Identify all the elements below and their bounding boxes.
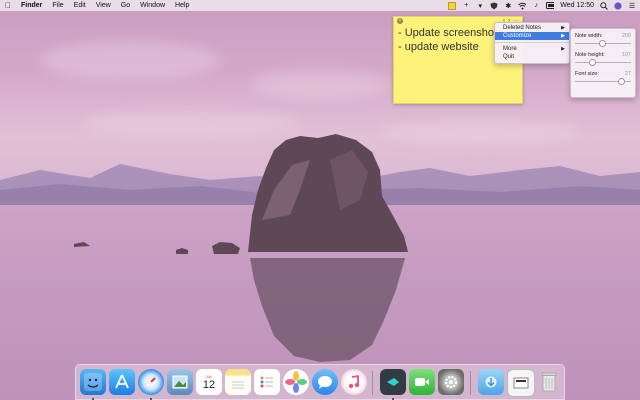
document-stack-icon[interactable] bbox=[507, 369, 535, 397]
font-size-value: 27 bbox=[624, 71, 631, 77]
downloads-folder-icon[interactable] bbox=[478, 369, 504, 395]
menu-separator bbox=[495, 42, 569, 43]
spotlight-icon[interactable] bbox=[600, 1, 608, 10]
finder-icon[interactable] bbox=[80, 369, 106, 395]
note-height-slider[interactable] bbox=[575, 59, 631, 66]
note-width-slider[interactable] bbox=[575, 40, 631, 47]
note-options-menu: Deleted Notes ▶ Customize ▶ More ▶ Quit bbox=[494, 22, 570, 64]
volume-icon[interactable]: ♪ bbox=[532, 2, 540, 10]
messages-icon[interactable] bbox=[312, 369, 338, 395]
note-width-value: 200 bbox=[621, 33, 631, 39]
notes-icon[interactable] bbox=[225, 369, 251, 395]
menu-edit[interactable]: Edit bbox=[69, 0, 91, 11]
font-size-slider[interactable] bbox=[575, 78, 631, 85]
menu-item-more[interactable]: More ▶ bbox=[495, 45, 569, 53]
trash-icon[interactable] bbox=[536, 369, 562, 395]
app-store-icon[interactable] bbox=[109, 369, 135, 395]
notification-center-icon[interactable]: ☰ bbox=[628, 2, 636, 10]
slider-knob[interactable] bbox=[617, 78, 625, 85]
menu-go[interactable]: Go bbox=[116, 0, 135, 11]
dock-divider bbox=[470, 371, 471, 395]
calendar-day: 12 bbox=[202, 378, 216, 391]
submenu-arrow-icon: ▶ bbox=[561, 46, 565, 52]
menu-window[interactable]: Window bbox=[135, 0, 170, 11]
note-width-label: Note width: bbox=[575, 33, 603, 39]
menu-item-label: More bbox=[503, 46, 517, 52]
slider-knob[interactable] bbox=[598, 40, 606, 47]
customize-panel: Note width: 200 Note height: 107 Font si… bbox=[570, 28, 636, 98]
menu-help[interactable]: Help bbox=[170, 0, 194, 11]
menu-bar:  Finder File Edit View Go Window Help +… bbox=[0, 0, 640, 11]
wifi-icon[interactable] bbox=[518, 2, 527, 10]
note-height-label: Note height: bbox=[575, 52, 605, 58]
apple-menu-icon[interactable]:  bbox=[0, 1, 16, 10]
menu-item-quit[interactable]: Quit bbox=[495, 53, 569, 61]
system-preferences-icon[interactable] bbox=[438, 369, 464, 395]
photos-icon[interactable] bbox=[283, 369, 309, 395]
facetime-icon[interactable] bbox=[409, 369, 435, 395]
dock-divider bbox=[372, 371, 373, 395]
menu-view[interactable]: View bbox=[91, 0, 116, 11]
menu-item-label: Deleted Notes bbox=[503, 25, 542, 31]
note-width-row: Note width: 200 bbox=[575, 33, 631, 40]
stickies-menubar-icon[interactable] bbox=[448, 1, 457, 10]
menubar-clock[interactable]: Wed 12:50 bbox=[560, 2, 594, 9]
menu-item-deleted-notes[interactable]: Deleted Notes ▶ bbox=[495, 24, 569, 32]
battery-icon[interactable] bbox=[546, 2, 555, 10]
itunes-icon[interactable] bbox=[341, 369, 367, 395]
menu-item-label: Quit bbox=[503, 54, 515, 60]
menu-finder[interactable]: Finder bbox=[16, 0, 47, 11]
bluetooth-icon[interactable]: ✱ bbox=[504, 2, 512, 10]
submenu-arrow-icon: ▶ bbox=[561, 25, 565, 31]
submenu-arrow-icon: ▶ bbox=[561, 33, 565, 39]
menu-extra-icon[interactable]: ▾ bbox=[476, 2, 484, 10]
slider-track bbox=[575, 62, 631, 63]
preview-icon[interactable] bbox=[167, 369, 193, 395]
close-note-icon[interactable]: × bbox=[397, 17, 403, 24]
safari-icon[interactable] bbox=[138, 369, 164, 395]
siri-icon[interactable] bbox=[614, 1, 622, 10]
font-size-label: Font size: bbox=[575, 71, 599, 77]
shield-icon[interactable] bbox=[490, 2, 498, 10]
reminders-icon[interactable] bbox=[254, 369, 280, 395]
slider-knob[interactable] bbox=[588, 59, 596, 66]
status-tray: + ▾ ✱ ♪ Wed 12:50 ☰ bbox=[448, 0, 636, 11]
add-note-icon[interactable]: + bbox=[462, 2, 470, 10]
menu-item-label: Customize bbox=[503, 33, 532, 39]
dock: JUL 12 bbox=[75, 364, 565, 400]
note-height-row: Note height: 107 bbox=[575, 52, 631, 59]
menu-file[interactable]: File bbox=[47, 0, 68, 11]
menu-item-customize[interactable]: Customize ▶ bbox=[495, 32, 569, 40]
font-size-row: Font size: 27 bbox=[575, 71, 631, 78]
note-height-value: 107 bbox=[621, 52, 631, 58]
calendar-icon[interactable]: JUL 12 bbox=[196, 369, 222, 395]
stickies-app-icon[interactable] bbox=[380, 369, 406, 395]
